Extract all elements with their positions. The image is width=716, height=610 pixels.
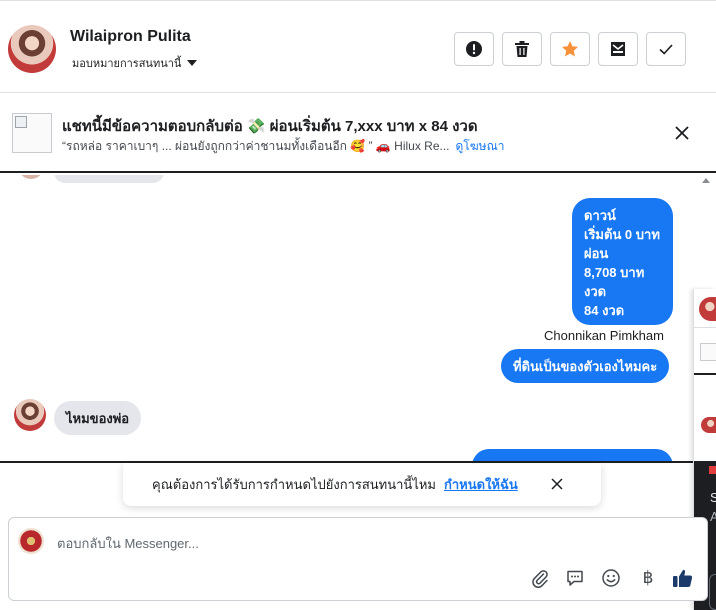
contact-name[interactable]: Wilaipron Pulita [70, 28, 191, 46]
thumbs-up-icon [673, 569, 693, 587]
caret-down-icon [187, 60, 198, 66]
assign-label: มอบหมายการสนทนานี้ [72, 58, 182, 70]
message-line: ดาวน์ [584, 208, 616, 223]
message-line: ผ่อน [584, 246, 609, 261]
toast-text: คุณต้องการได้รับการกำหนดไปยังการสนทนานี้… [152, 477, 436, 492]
divider [694, 373, 716, 375]
ad-context-bar: แชทนี้มีข้อความตอบกลับต่อ 💸 ผ่อนเริ่มต้น… [0, 93, 716, 173]
reply-input[interactable] [57, 532, 657, 554]
divider [694, 327, 716, 328]
assign-conversation-dropdown[interactable]: มอบหมายการสนทนานี้ [72, 54, 198, 72]
message-line: เริ่มต้น 0 บาท [584, 227, 660, 242]
side-text-line: A [710, 509, 716, 524]
emoji-button[interactable] [600, 567, 622, 589]
outgoing-message-bubble[interactable]: ดาวน์ เริ่มต้น 0 บาท ผ่อน 8,708 บาท งวด … [572, 198, 673, 325]
assign-prompt-toast: คุณต้องการได้รับการกำหนดไปยังการสนทนานี้… [123, 463, 601, 506]
conversation-header: Wilaipron Pulita มอบหมายการสนทนานี้ [0, 0, 716, 93]
star-button[interactable] [550, 32, 590, 66]
ad-close-button[interactable] [670, 121, 694, 145]
close-icon [675, 126, 689, 140]
toast-close-button[interactable] [549, 476, 565, 492]
incoming-message-partial [54, 175, 164, 183]
incoming-message-bubble[interactable]: ไหมของพ่อ [54, 401, 142, 435]
ad-subtitle: “รถหล่อ ราคาเบาๆ ... ผ่อนยังถูกกว่าค่าชา… [62, 137, 504, 156]
side-ad-thumbnail [700, 343, 716, 361]
contact-avatar-partial [18, 175, 44, 179]
outgoing-message-bubble[interactable]: ที่ดินเป็นของตัวเองไหมคะ [501, 349, 670, 383]
scroll-up-arrow-icon[interactable] [702, 178, 710, 183]
ad-title: แชทนี้มีข้อความตอบกลับต่อ 💸 ผ่อนเริ่มต้น… [62, 118, 478, 135]
star-icon [562, 41, 578, 57]
side-avatar [701, 417, 716, 433]
side-avatar [699, 297, 716, 321]
assign-to-me-link[interactable]: กำหนดให้ฉัน [444, 474, 518, 495]
spam-button[interactable] [598, 32, 638, 66]
paperclip-icon [532, 570, 548, 588]
delete-button[interactable] [502, 32, 542, 66]
contact-avatar[interactable] [14, 399, 46, 431]
message-line: 8,708 บาท [584, 265, 645, 280]
message-line: 84 งวด [584, 303, 625, 318]
check-icon [659, 44, 673, 55]
payment-button[interactable]: ฿ [637, 567, 659, 589]
ad-subtitle-text: “รถหล่อ ราคาเบาๆ ... ผ่อนยังถูกกว่าค่าชา… [62, 139, 450, 153]
page-avatar [18, 528, 44, 554]
message-composer: ฿ [8, 517, 708, 601]
side-button-partial[interactable] [709, 574, 716, 610]
flag-icon [709, 466, 716, 474]
attach-button[interactable] [529, 567, 551, 589]
trash-icon [515, 41, 529, 57]
message-line: งวด [584, 284, 607, 299]
chat-bubble-icon [567, 570, 583, 586]
side-text-line: S [710, 490, 716, 505]
smiley-icon [602, 569, 620, 587]
alert-icon [466, 41, 482, 57]
report-button[interactable] [454, 32, 494, 66]
message-thread[interactable]: ดาวน์ เริ่มต้น 0 บาท ผ่อน 8,708 บาท งวด … [0, 175, 693, 462]
baht-icon: ฿ [642, 568, 654, 588]
mark-done-button[interactable] [646, 32, 686, 66]
close-icon [551, 478, 563, 490]
ad-thumbnail-image [12, 113, 52, 153]
contact-avatar[interactable] [8, 25, 56, 73]
sender-name: Chonnikan Pimkham [544, 328, 664, 343]
view-ad-link[interactable]: ดูโฆษณา [456, 139, 505, 153]
like-button[interactable] [672, 567, 694, 589]
saved-replies-button[interactable] [564, 567, 586, 589]
spam-icon [611, 42, 625, 56]
